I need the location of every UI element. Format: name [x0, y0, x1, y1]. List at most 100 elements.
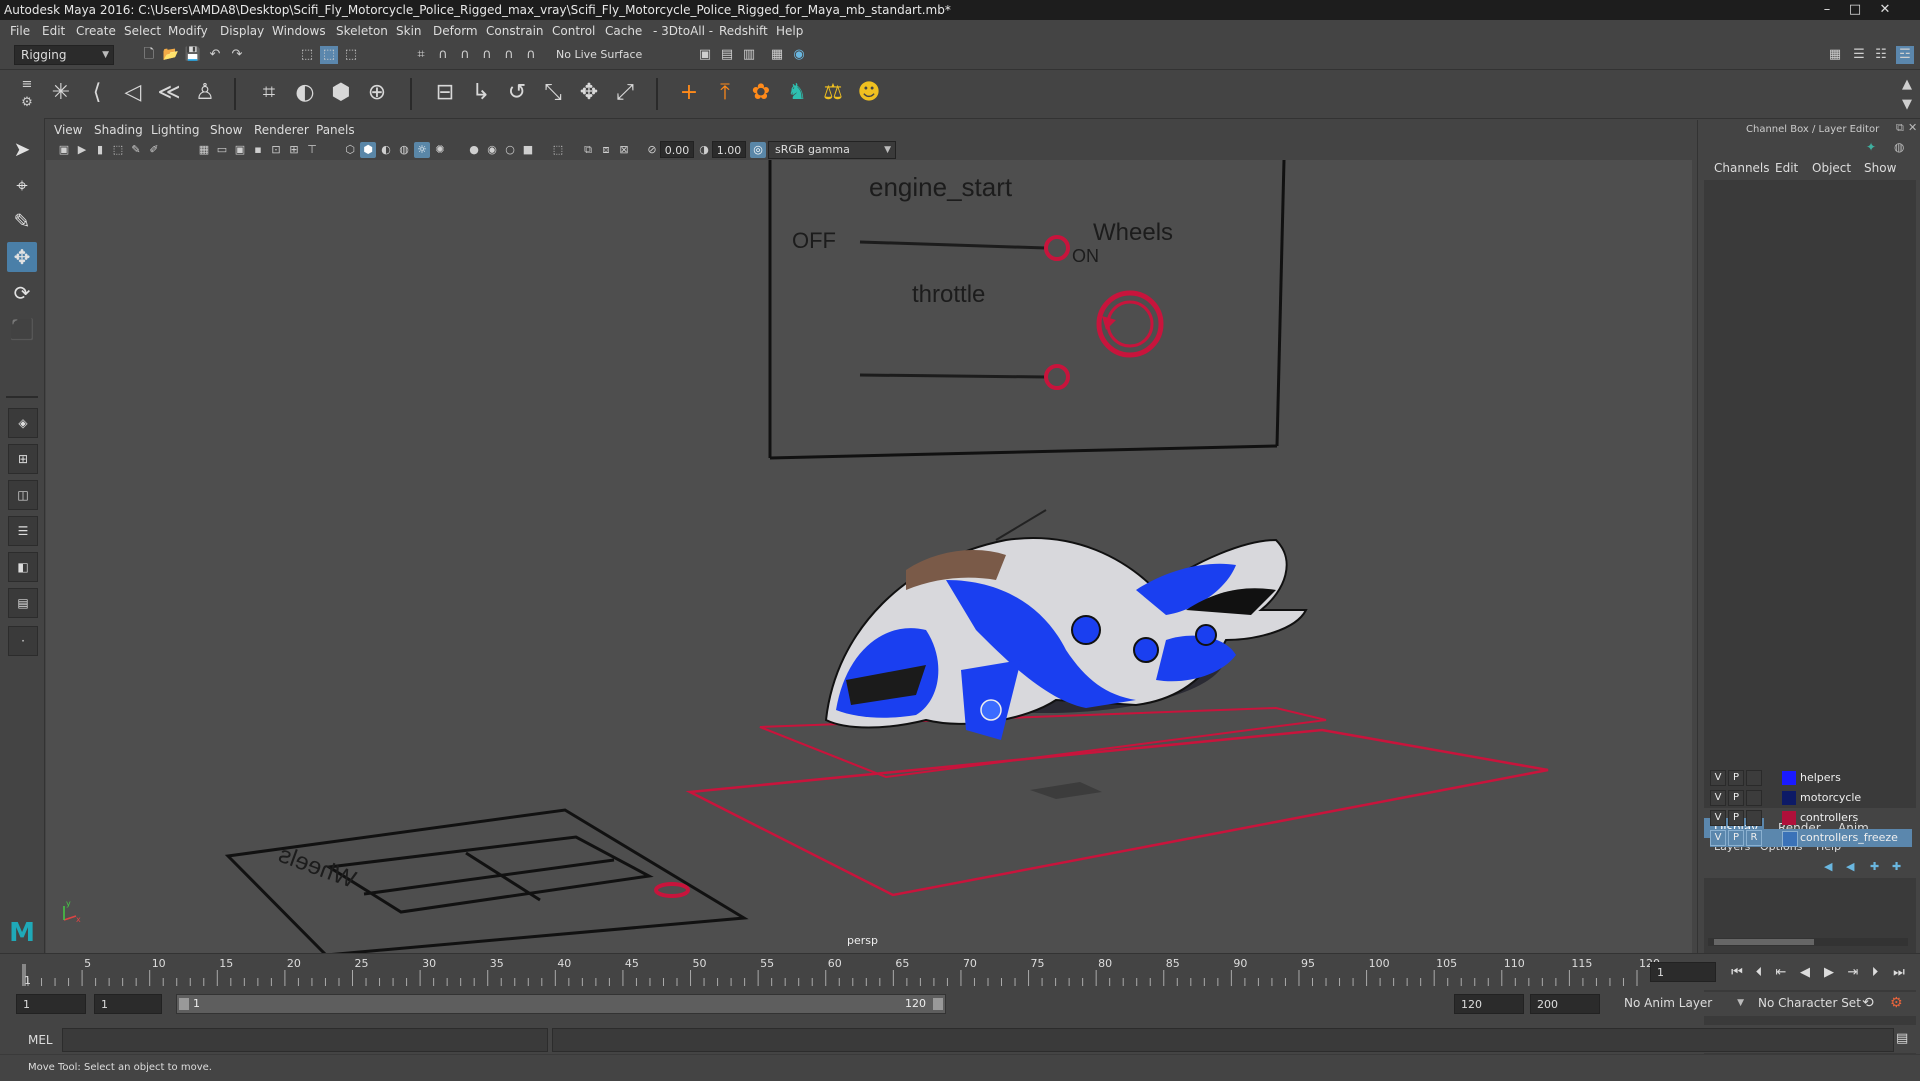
- render-frame-icon[interactable]: ▣: [696, 46, 714, 64]
- layer-playback-toggle[interactable]: P: [1728, 790, 1744, 806]
- tool-settings-icon[interactable]: ☷: [1872, 46, 1890, 64]
- gamma-field[interactable]: 1.00: [712, 141, 746, 158]
- render-view-icon[interactable]: ▤: [718, 46, 736, 64]
- time-slider[interactable]: 5 10 15 20 25 30 35 40 45 50 55 60 65 70 75 80 85 90 95 100…: [0, 953, 1920, 990]
- new-scene-icon[interactable]: 🗋: [140, 46, 158, 64]
- snap-live-icon[interactable]: ∩: [522, 46, 540, 64]
- character-set-dropdown[interactable]: No Character Set: [1752, 994, 1862, 1014]
- lattice-icon[interactable]: ⌗: [254, 78, 284, 108]
- field-chart-icon[interactable]: ⊡: [268, 142, 284, 158]
- ipr-render-icon[interactable]: ▥: [740, 46, 758, 64]
- grid-icon[interactable]: ▦: [196, 142, 212, 158]
- shelf-settings-icon[interactable]: ⚙: [18, 94, 36, 112]
- ground-control-board[interactable]: Wheels: [224, 808, 749, 953]
- layer-name[interactable]: controllers: [1800, 811, 1858, 824]
- menu-create[interactable]: Create: [76, 24, 116, 38]
- insert-joint-icon[interactable]: ⟨: [82, 78, 112, 108]
- snap-view-icon[interactable]: ∩: [478, 46, 496, 64]
- layer-playback-toggle[interactable]: P: [1728, 810, 1744, 826]
- wireframe-on-shaded-icon[interactable]: ◐: [378, 142, 394, 158]
- play-backwards-icon[interactable]: ◀: [1796, 964, 1814, 982]
- layer-name[interactable]: helpers: [1800, 771, 1841, 784]
- graph-layout-icon[interactable]: ◧: [8, 552, 38, 582]
- snap-surface-icon[interactable]: ∩: [500, 46, 518, 64]
- menu-skeleton[interactable]: Skeleton: [336, 24, 388, 38]
- layer-display-type-toggle[interactable]: R: [1746, 830, 1762, 846]
- channels-object-menu[interactable]: Object: [1812, 161, 1851, 175]
- paint-weights-icon[interactable]: ⚖: [818, 78, 848, 108]
- layer-name[interactable]: controllers_freeze: [1800, 831, 1898, 844]
- select-component-icon[interactable]: ⬚: [342, 46, 360, 64]
- time-ruler[interactable]: 5 10 15 20 25 30 35 40 45 50 55 60 65 70 75 80 85 90 95 100…: [22, 954, 1682, 990]
- channels-edit-menu[interactable]: Edit: [1775, 161, 1798, 175]
- menu-display[interactable]: Display: [220, 24, 264, 38]
- range-slider[interactable]: 1 120: [176, 994, 946, 1014]
- gamma-icon[interactable]: ◑: [696, 142, 712, 158]
- wrap-deformer-icon[interactable]: ⬢: [326, 78, 356, 108]
- sculpt-deformer-icon[interactable]: ⊕: [362, 78, 392, 108]
- layer-playback-toggle[interactable]: P: [1728, 830, 1744, 846]
- animation-start-field[interactable]: 1: [16, 994, 86, 1014]
- playback-start-field[interactable]: 1: [94, 994, 162, 1014]
- layer-color-swatch[interactable]: [1782, 771, 1796, 785]
- shelf-menu-icon[interactable]: ≡: [18, 76, 36, 94]
- maximize-button[interactable]: □: [1842, 1, 1868, 18]
- joint-tool-icon[interactable]: ✳: [46, 78, 76, 108]
- motorcycle-model[interactable]: [824, 509, 1308, 740]
- go-to-end-icon[interactable]: ⏭: [1890, 964, 1908, 982]
- modeling-toolkit-icon[interactable]: ▦: [1826, 46, 1844, 64]
- scale-tool-icon[interactable]: ⬛: [7, 314, 37, 344]
- layer-display-type-toggle[interactable]: [1746, 810, 1762, 826]
- exposure-icon[interactable]: ⊘: [644, 142, 660, 158]
- save-scene-icon[interactable]: 💾: [184, 46, 202, 64]
- parent-constraint-icon[interactable]: ⊟: [430, 78, 460, 108]
- snap-point-icon[interactable]: ∩: [456, 46, 474, 64]
- pole-vector-icon[interactable]: ⤢: [610, 78, 640, 108]
- isolate-select-icon[interactable]: ⬚: [550, 142, 566, 158]
- outliner-layout-icon[interactable]: ☰: [8, 516, 38, 546]
- script-language-label[interactable]: MEL: [28, 1033, 53, 1047]
- current-frame-field[interactable]: 1: [1650, 962, 1716, 982]
- layer-playback-toggle[interactable]: P: [1728, 770, 1744, 786]
- script-editor-icon[interactable]: ▤: [1896, 1031, 1908, 1046]
- layer-row[interactable]: V P helpers: [1710, 769, 1912, 787]
- live-surface-label[interactable]: No Live Surface: [556, 48, 642, 61]
- safe-action-icon[interactable]: ⊞: [286, 142, 302, 158]
- xray-icon[interactable]: ⧉: [580, 142, 596, 158]
- custom-layout-icon[interactable]: ·: [8, 626, 38, 656]
- render-settings-icon[interactable]: ▦: [768, 46, 786, 64]
- scale-constraint-icon[interactable]: ⤡: [538, 78, 568, 108]
- four-pane-layout-icon[interactable]: ⊞: [8, 444, 38, 474]
- layer-visibility-toggle[interactable]: V: [1710, 810, 1726, 826]
- menu-constrain[interactable]: Constrain: [486, 24, 544, 38]
- engine-start-controller[interactable]: [1044, 235, 1070, 261]
- open-scene-icon[interactable]: 📂: [162, 46, 180, 64]
- float-panel-icon[interactable]: ⧉: [1896, 121, 1904, 135]
- exposure-field[interactable]: 0.00: [660, 141, 694, 158]
- layer-name[interactable]: motorcycle: [1800, 791, 1861, 804]
- viewport-3d[interactable]: engine_start OFF ON Wheels throttle Whee…: [46, 160, 1692, 953]
- 2d-pan-zoom-icon[interactable]: ✐: [146, 142, 162, 158]
- menu-select[interactable]: Select: [124, 24, 161, 38]
- new-layer-icon[interactable]: ✚: [1870, 860, 1879, 873]
- menu-skin[interactable]: Skin: [396, 24, 422, 38]
- sdk-icon[interactable]: ⤒: [710, 78, 740, 108]
- viewport-menu-lighting[interactable]: Lighting: [151, 123, 200, 137]
- menu-windows[interactable]: Windows: [272, 24, 326, 38]
- layer-visibility-toggle[interactable]: V: [1710, 830, 1726, 846]
- color-space-dropdown[interactable]: sRGB gamma ▼: [768, 141, 896, 159]
- select-camera-icon[interactable]: ▣: [56, 142, 72, 158]
- attribute-editor-icon[interactable]: ☰: [1850, 46, 1868, 64]
- viewport-menu-shading[interactable]: Shading: [94, 123, 143, 137]
- shelf-scroll-up-icon[interactable]: ▲: [1898, 76, 1916, 94]
- channel-box-icon[interactable]: ✦: [1866, 140, 1876, 154]
- menuset-dropdown[interactable]: Rigging ▼: [14, 45, 114, 65]
- menu-redshift[interactable]: Redshift: [719, 24, 768, 38]
- xray-components-icon[interactable]: ⊠: [616, 142, 632, 158]
- snap-curve-icon[interactable]: ∩: [434, 46, 452, 64]
- motion-blur-icon[interactable]: ◉: [484, 142, 500, 158]
- animation-end-field[interactable]: 200: [1530, 994, 1600, 1014]
- depth-of-field-icon[interactable]: ■: [520, 142, 536, 158]
- film-gate-icon[interactable]: ▭: [214, 142, 230, 158]
- layer-row[interactable]: V P controllers: [1710, 809, 1912, 827]
